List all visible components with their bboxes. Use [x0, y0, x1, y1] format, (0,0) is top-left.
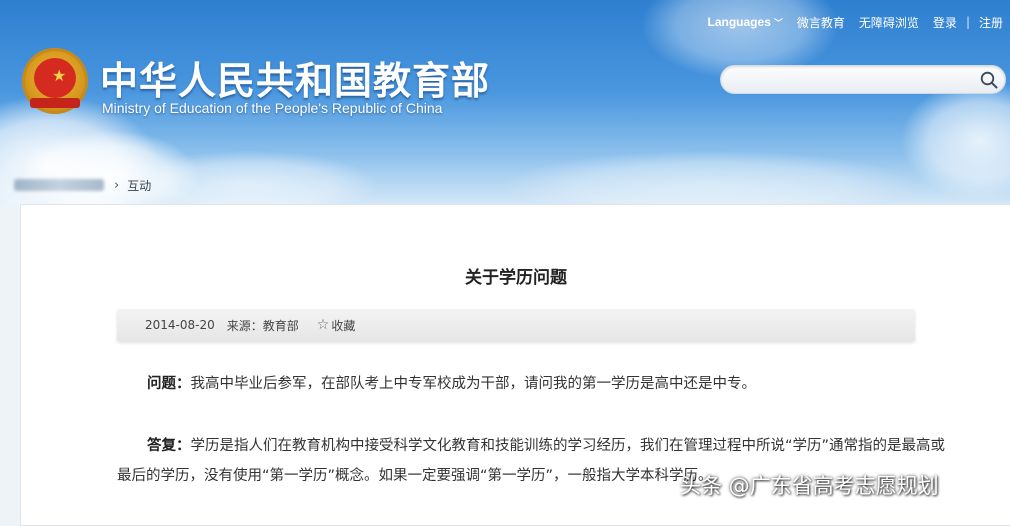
question-text: 我高中毕业后参军，在部队考上中专军校成为干部，请问我的第一学历是高中还是中专。	[190, 376, 757, 392]
search-input[interactable]	[735, 70, 979, 92]
site-subtitle: Ministry of Education of the People's Re…	[102, 100, 443, 116]
favorite-label: 收藏	[331, 318, 356, 333]
languages-menu[interactable]: Languages ﹀	[701, 15, 790, 29]
top-navigation: Languages ﹀ 微言教育 无障碍浏览 登录 | 注册	[701, 12, 1010, 32]
chevron-right-icon: ›	[114, 177, 120, 193]
star-icon: ☆	[316, 317, 330, 333]
question-paragraph: 问题：我高中毕业后参军，在部队考上中专军校成为干部，请问我的第一学历是高中还是中…	[147, 369, 907, 399]
breadcrumb: › 互动	[14, 176, 151, 194]
answer-label: 答复：	[147, 438, 191, 454]
cloud-decoration	[500, 150, 920, 205]
nav-separator: |	[965, 15, 970, 29]
article-meta-bar: 2014-08-20 来源：教育部 ☆ 收藏	[117, 309, 915, 341]
chevron-down-icon: ﹀	[773, 18, 783, 28]
site-title: 中华人民共和国教育部	[100, 59, 491, 103]
article-title: 关于学历问题	[465, 268, 567, 288]
question-label: 问题：	[147, 376, 191, 392]
search-icon[interactable]	[979, 70, 999, 90]
weibo-link[interactable]: 微言教育	[790, 14, 852, 31]
accessible-browsing-link[interactable]: 无障碍浏览	[852, 14, 926, 31]
site-header: ★ 中华人民共和国教育部 Ministry of Education of th…	[0, 0, 1010, 205]
breadcrumb-home-blurred[interactable]	[14, 179, 104, 191]
breadcrumb-current[interactable]: 互动	[127, 177, 151, 194]
article-date: 2014-08-20	[145, 318, 215, 332]
register-link[interactable]: 注册	[972, 14, 1010, 31]
national-emblem-icon: ★	[22, 48, 88, 114]
favorite-button[interactable]: ☆ 收藏	[317, 317, 356, 334]
article-source: 来源：教育部	[226, 318, 299, 333]
watermark-overlay: 头条 @广东省高考志愿规划	[680, 474, 939, 498]
search-box	[720, 65, 1006, 94]
login-link[interactable]: 登录	[926, 14, 964, 31]
